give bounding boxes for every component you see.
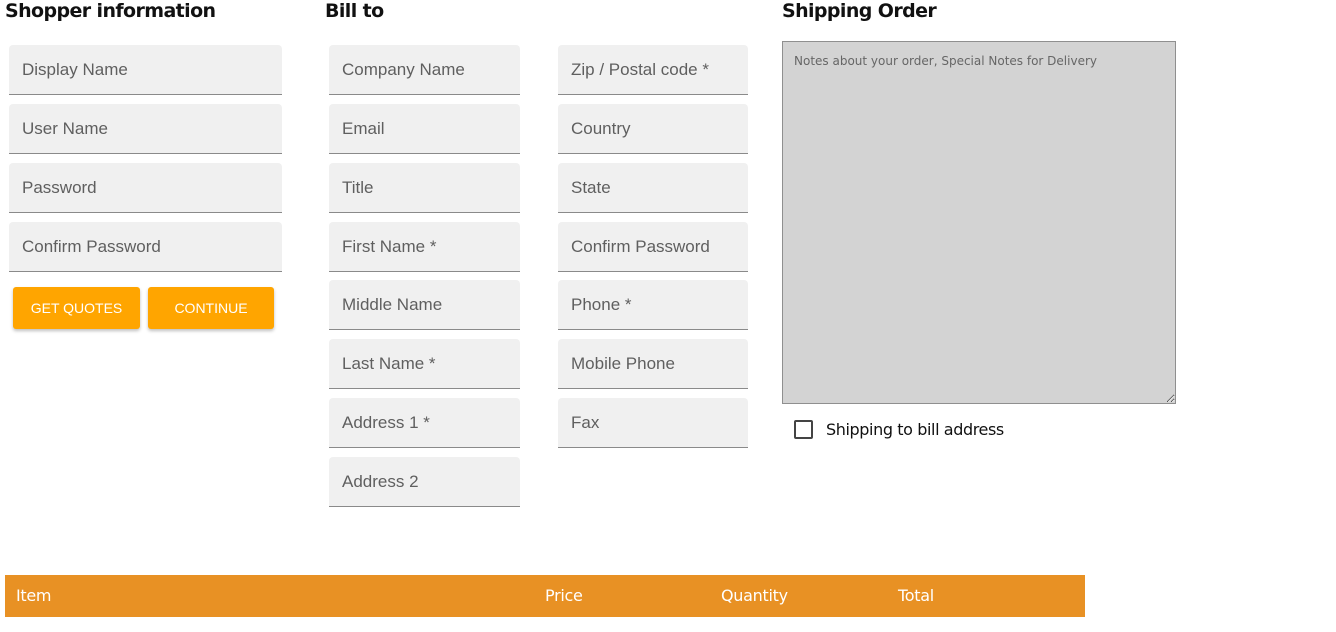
column-header-quantity: Quantity (721, 586, 788, 605)
password-field[interactable] (9, 163, 282, 213)
fax-input[interactable] (571, 412, 748, 433)
confirm-password-field[interactable] (9, 222, 282, 272)
first-name-input[interactable] (342, 236, 520, 257)
last-name-input[interactable] (342, 353, 520, 374)
email-input[interactable] (342, 118, 520, 139)
first-name-field[interactable] (329, 222, 520, 272)
confirm-password-input[interactable] (22, 236, 282, 257)
display-name-input[interactable] (22, 59, 282, 80)
state-field[interactable] (558, 163, 748, 213)
get-quotes-button[interactable]: GET QUOTES (13, 287, 140, 329)
order-table-header: Item Price Quantity Total (5, 575, 1085, 617)
phone-field[interactable] (558, 280, 748, 330)
title-field[interactable] (329, 163, 520, 213)
country-input[interactable] (571, 118, 748, 139)
company-name-field[interactable] (329, 45, 520, 95)
phone-input[interactable] (571, 294, 748, 315)
address-1-input[interactable] (342, 412, 520, 433)
middle-name-input[interactable] (342, 294, 520, 315)
shopper-information-heading: Shopper information (5, 0, 216, 22)
user-name-field[interactable] (9, 104, 282, 154)
column-header-item: Item (16, 586, 52, 605)
shipping-to-bill-address-checkbox[interactable] (794, 419, 813, 439)
address-2-field[interactable] (329, 457, 520, 507)
address-2-input[interactable] (342, 471, 520, 492)
zip-postal-code-input[interactable] (571, 59, 748, 80)
address-1-field[interactable] (329, 398, 520, 448)
title-input[interactable] (342, 177, 520, 198)
fax-field[interactable] (558, 398, 748, 448)
mobile-phone-field[interactable] (558, 339, 748, 389)
zip-postal-code-field[interactable] (558, 45, 748, 95)
state-input[interactable] (571, 177, 748, 198)
shipping-to-bill-address-option[interactable]: Shipping to bill address (794, 418, 1004, 440)
company-name-input[interactable] (342, 59, 520, 80)
bill-confirm-password-input[interactable] (571, 236, 748, 257)
column-header-price: Price (545, 586, 583, 605)
last-name-field[interactable] (329, 339, 520, 389)
password-input[interactable] (22, 177, 282, 198)
mobile-phone-input[interactable] (571, 353, 748, 374)
shipping-order-heading: Shipping Order (782, 0, 937, 22)
column-header-total: Total (898, 586, 934, 605)
user-name-input[interactable] (22, 118, 282, 139)
middle-name-field[interactable] (329, 280, 520, 330)
bill-confirm-password-field[interactable] (558, 222, 748, 272)
display-name-field[interactable] (9, 45, 282, 95)
shipping-to-bill-address-label: Shipping to bill address (826, 419, 1004, 439)
order-notes-textarea[interactable] (782, 41, 1176, 404)
country-field[interactable] (558, 104, 748, 154)
bill-to-heading: Bill to (325, 0, 384, 22)
continue-button[interactable]: CONTINUE (148, 287, 274, 329)
email-field[interactable] (329, 104, 520, 154)
